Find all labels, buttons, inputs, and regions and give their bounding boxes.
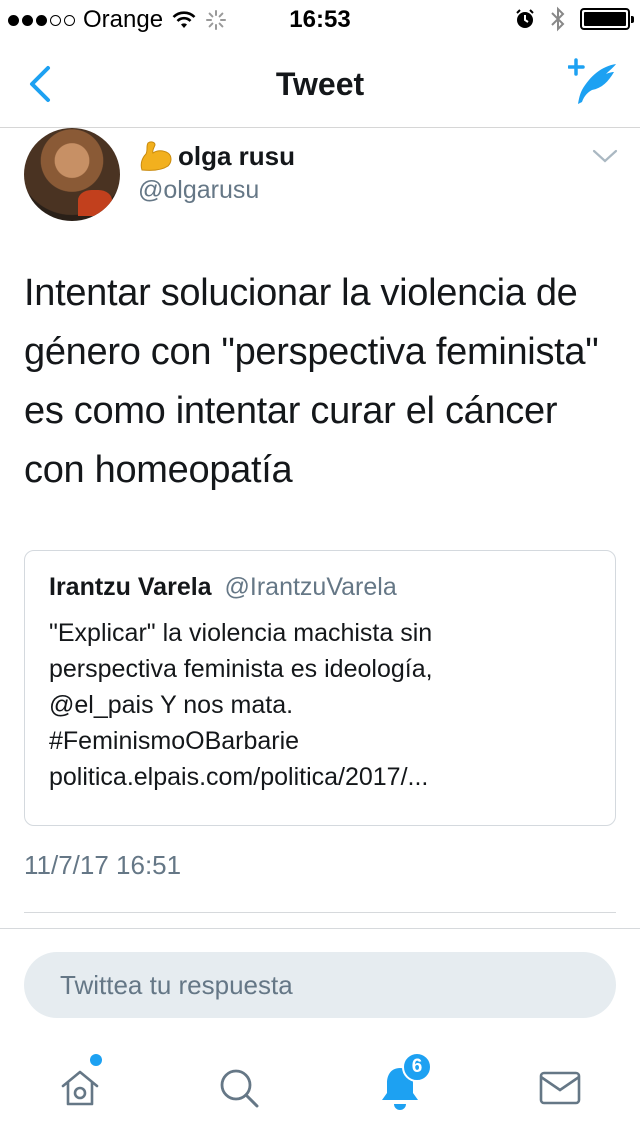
quoted-link-line: politica.elpais.com/politica/2017/... [49,763,429,791]
status-bar: Orange 16:53 [0,0,640,40]
compose-tweet-icon[interactable] [568,58,620,108]
envelope-icon [539,1071,581,1105]
reply-field[interactable] [24,952,616,1018]
reply-input[interactable] [24,952,616,1018]
tab-bar: 6 [0,1040,640,1136]
nav-bar: Tweet [0,40,640,128]
home-icon [61,1070,99,1106]
search-icon [220,1069,259,1108]
divider [24,912,616,913]
tweet-text: Intentar solucionar la violencia de géne… [24,272,599,491]
chevron-down-icon[interactable] [592,148,618,164]
quoted-tweet-header: Irantzu Varela @IrantzuVarela [49,573,397,602]
tab-messages[interactable] [530,1060,590,1116]
status-right [514,6,634,32]
notifications-badge: 6 [402,1052,432,1082]
tab-search[interactable] [209,1060,269,1116]
quoted-tweet-card[interactable]: Irantzu Varela @IrantzuVarela "Explicar"… [24,550,616,826]
quoted-line: perspectiva feminista es ideología, [49,655,433,683]
quoted-hashtag-line: #FeminismoOBarbarie [49,727,300,755]
page-title: Tweet [275,66,365,102]
battery-icon [580,8,634,30]
quoted-line: "Explicar" la violencia machista sin [49,619,433,647]
author-name: olga rusu [178,140,296,171]
author-handle[interactable]: @olgarusu [138,176,259,205]
avatar[interactable] [24,128,120,221]
alarm-icon [516,9,534,28]
author-name-row[interactable]: olga rusu [138,140,295,172]
quoted-author-name: Irantzu Varela [49,573,212,601]
divider [0,928,640,929]
tab-home[interactable] [50,1054,110,1116]
new-content-dot [90,1054,102,1066]
tweet-timestamp: 11/7/17 16:51 [24,850,182,880]
quoted-author-handle: @IrantzuVarela [224,573,397,601]
flexed-biceps-icon [140,141,172,171]
tab-notifications[interactable]: 6 [370,1052,432,1116]
bluetooth-icon [551,6,565,32]
quoted-tweet-text: "Explicar" la violencia machista sin per… [49,615,597,795]
quoted-mention-line: @el_pais Y nos mata. [49,691,294,719]
